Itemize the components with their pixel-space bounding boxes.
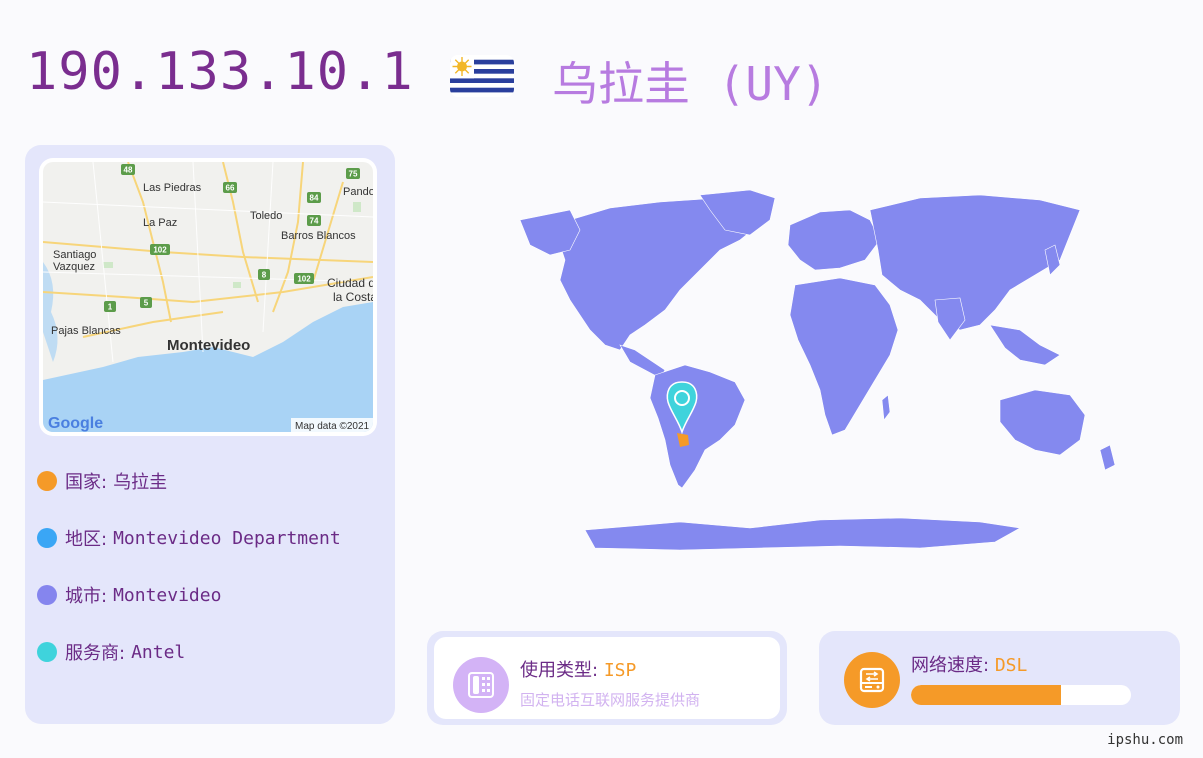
region-label: 地区: xyxy=(65,529,108,550)
city-map-canvas: 48 75 66 84 74 102 102 8 1 5 Las Piedras… xyxy=(43,162,373,432)
usage-type-value: ISP xyxy=(603,660,637,681)
ip-address-title: 190.133.10.1 xyxy=(26,42,414,102)
map-label-montevideo: Montevideo xyxy=(167,337,250,354)
map-label-santiago: Santiago xyxy=(53,249,96,261)
speed-progress-fill xyxy=(911,685,1061,705)
map-attribution: Map data ©2021 xyxy=(295,421,370,432)
isp-label: 服务商: xyxy=(65,643,126,664)
map-label-barros-blancos: Barros Blancos xyxy=(281,230,356,242)
speed-progress-bar xyxy=(911,685,1131,705)
location-panel: 48 75 66 84 74 102 102 8 1 5 Las Piedras… xyxy=(25,145,395,724)
map-label-vazquez: Vazquez xyxy=(53,261,95,273)
network-speed-label: 网络速度: xyxy=(911,655,990,676)
site-footer[interactable]: ipshu.com xyxy=(1107,732,1183,748)
city-label: 城市: xyxy=(65,586,108,607)
route-shield: 48 xyxy=(124,166,133,175)
route-shield: 8 xyxy=(262,271,267,280)
alaska-shape xyxy=(519,209,581,256)
madagascar-shape xyxy=(881,394,891,421)
city-value: Montevideo xyxy=(113,584,222,606)
route-shield: 5 xyxy=(144,299,149,308)
southeast-asia-shape xyxy=(989,324,1061,366)
antarctica-shape xyxy=(584,517,1021,551)
city-map[interactable]: 48 75 66 84 74 102 102 8 1 5 Las Piedras… xyxy=(39,158,377,436)
usage-type-title: 使用类型: ISP xyxy=(520,656,636,682)
map-label-las-piedras: Las Piedras xyxy=(143,182,202,194)
africa-shape xyxy=(789,277,899,436)
map-label-pajas-blancas: Pajas Blancas xyxy=(51,325,121,337)
route-shield: 74 xyxy=(310,217,319,226)
india-shape xyxy=(934,297,966,341)
route-shield: 1 xyxy=(108,303,113,312)
country-label: 国家: xyxy=(65,472,108,493)
country-value: 乌拉圭 xyxy=(113,472,168,493)
europe-shape xyxy=(787,209,881,271)
region-dot-icon xyxy=(37,528,57,548)
route-shield: 102 xyxy=(153,246,167,255)
route-shield: 102 xyxy=(297,275,311,284)
route-shield: 66 xyxy=(226,184,235,193)
google-logo: Google xyxy=(48,415,103,432)
country-dot-icon xyxy=(37,471,57,491)
region-value: Montevideo Department xyxy=(113,527,341,549)
info-row-region: 地区: Montevideo Department xyxy=(37,525,341,551)
route-shield: 75 xyxy=(349,170,358,179)
isp-dot-icon xyxy=(37,642,57,662)
world-map xyxy=(519,189,1116,551)
info-row-city: 城市: Montevideo xyxy=(37,582,221,608)
usage-type-subtitle: 固定电话互联网服务提供商 xyxy=(520,691,701,709)
uruguay-flag-icon xyxy=(450,55,514,97)
map-label-la-paz: La Paz xyxy=(143,217,177,229)
network-speed-card: 网络速度: DSL xyxy=(819,631,1180,725)
isp-value: Antel xyxy=(131,641,186,663)
network-speed-value: DSL xyxy=(994,655,1028,676)
phone-icon xyxy=(453,657,509,713)
map-label-toledo: Toledo xyxy=(250,210,282,222)
network-speed-title: 网络速度: DSL xyxy=(911,651,1027,677)
south-america-shape xyxy=(649,364,746,489)
info-row-isp: 服务商: Antel xyxy=(37,639,185,665)
country-title: 乌拉圭 (UY) xyxy=(552,57,829,111)
map-label-ciudad: Ciudad d xyxy=(327,276,373,290)
central-america-shape xyxy=(619,344,666,379)
map-label-la-costa: la Costa xyxy=(333,290,373,304)
australia-shape xyxy=(999,389,1086,456)
new-zealand-shape xyxy=(1099,444,1116,471)
info-row-country: 国家: 乌拉圭 xyxy=(37,468,167,494)
usage-type-label: 使用类型: xyxy=(520,660,599,681)
route-shield: 84 xyxy=(310,194,319,203)
usage-type-card: 使用类型: ISP 固定电话互联网服务提供商 xyxy=(427,631,787,725)
network-drive-icon xyxy=(844,652,900,708)
map-label-pando: Pando xyxy=(343,186,373,198)
city-dot-icon xyxy=(37,585,57,605)
